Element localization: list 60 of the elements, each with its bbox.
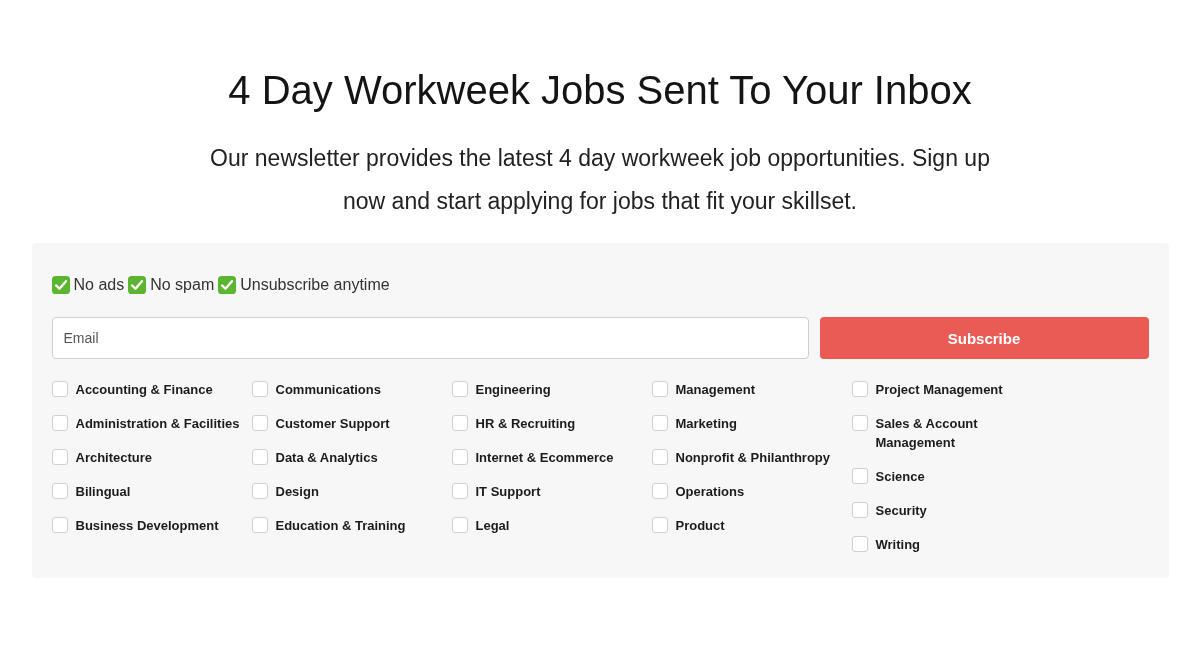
checkmark-icon xyxy=(51,276,70,294)
category-label: Administration & Facilities xyxy=(75,415,240,433)
category-label: Science xyxy=(875,468,925,486)
email-input[interactable]: Email xyxy=(51,317,809,359)
category-label: Engineering xyxy=(475,381,551,399)
checkbox[interactable] xyxy=(651,517,668,533)
checkbox[interactable] xyxy=(851,502,868,518)
perk-text: No ads xyxy=(73,276,125,294)
category-label: Education & Training xyxy=(275,517,406,535)
checkbox[interactable] xyxy=(651,415,668,431)
checkbox[interactable] xyxy=(251,381,268,397)
category-label: Design xyxy=(275,483,319,501)
category-label: IT Support xyxy=(475,483,541,501)
category-label: Bilingual xyxy=(75,483,131,501)
intro-paragraph: Our newsletter provides the latest 4 day workweek job opportunities. Sign up now and start applying for jobs that fit your skillset. xyxy=(209,144,991,216)
category-label: Management xyxy=(675,381,755,399)
checkbox[interactable] xyxy=(651,381,668,397)
checkbox[interactable] xyxy=(851,381,868,397)
category-label: Sales & Account Management xyxy=(875,415,979,452)
category-label: Security xyxy=(875,502,927,520)
checkbox[interactable] xyxy=(51,415,68,431)
checkbox[interactable] xyxy=(251,517,268,533)
category-label: Legal xyxy=(475,517,510,535)
perk-text: No spam xyxy=(150,276,215,294)
checkbox[interactable] xyxy=(251,483,268,499)
checkbox[interactable] xyxy=(51,483,68,499)
checkbox[interactable] xyxy=(51,449,68,465)
checkbox[interactable] xyxy=(51,381,68,397)
checkbox[interactable] xyxy=(851,468,868,484)
checkbox[interactable] xyxy=(451,449,468,465)
page-title: 4 Day Workweek Jobs Sent To Your Inbox xyxy=(228,67,972,114)
category-label: Business Development xyxy=(75,517,219,535)
category-label: Operations xyxy=(675,483,745,501)
checkbox[interactable] xyxy=(251,449,268,465)
checkbox[interactable] xyxy=(851,415,868,431)
checkbox[interactable] xyxy=(451,415,468,431)
category-label: Data & Analytics xyxy=(275,449,378,467)
checkbox[interactable] xyxy=(251,415,268,431)
category-label: Project Management xyxy=(875,381,1003,399)
checkmark-icon xyxy=(128,276,147,294)
category-label: Marketing xyxy=(675,415,737,433)
category-label: Communications xyxy=(275,381,381,399)
checkbox[interactable] xyxy=(451,517,468,533)
checkbox[interactable] xyxy=(51,517,68,533)
checkbox[interactable] xyxy=(851,536,868,552)
category-label: Accounting & Finance xyxy=(75,381,213,399)
category-label: Product xyxy=(675,517,725,535)
checkbox[interactable] xyxy=(451,483,468,499)
subscribe-button[interactable]: Subscribe xyxy=(819,317,1149,359)
checkbox[interactable] xyxy=(651,483,668,499)
category-label: Internet & Ecommerce xyxy=(475,449,614,467)
category-label: Customer Support xyxy=(275,415,390,433)
checkmark-icon xyxy=(218,276,237,294)
category-label: Architecture xyxy=(75,449,153,467)
checkbox[interactable] xyxy=(651,449,668,465)
category-label: HR & Recruiting xyxy=(475,415,576,433)
checkbox[interactable] xyxy=(451,381,468,397)
perk-text: Unsubscribe anytime xyxy=(240,276,390,294)
category-label: Writing xyxy=(875,536,921,554)
category-label: Nonprofit & Philanthropy xyxy=(675,449,831,467)
